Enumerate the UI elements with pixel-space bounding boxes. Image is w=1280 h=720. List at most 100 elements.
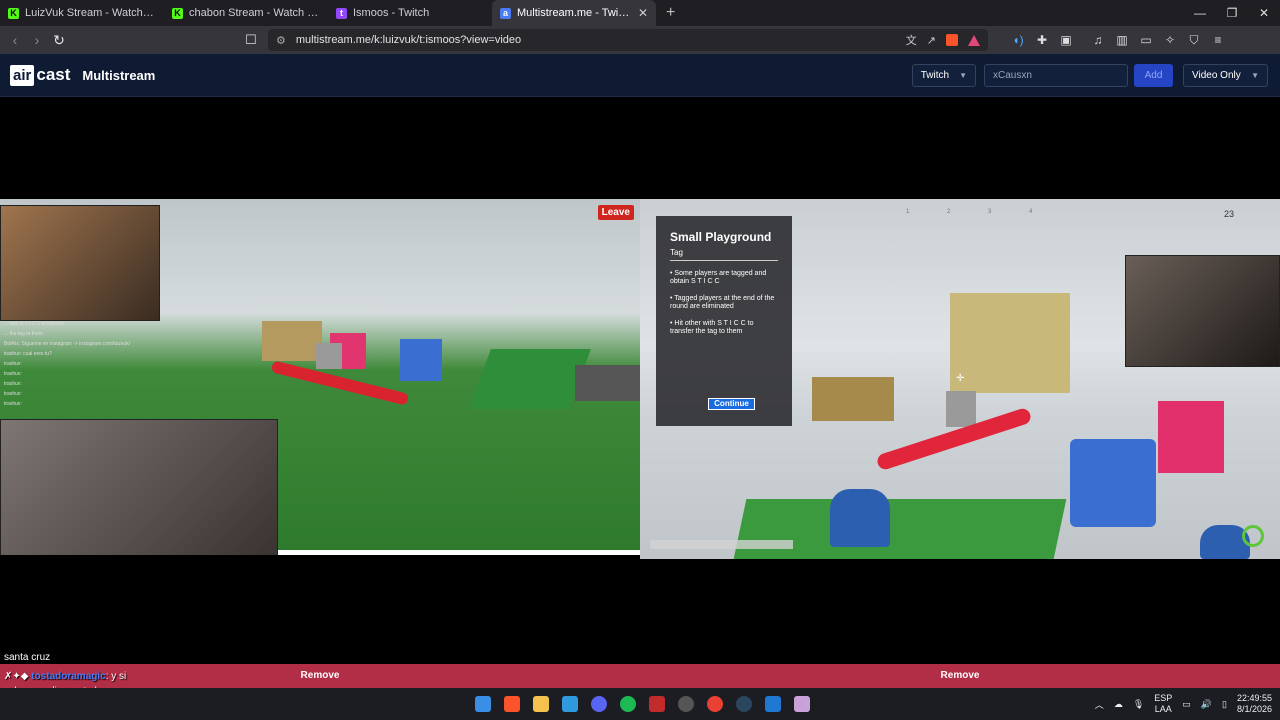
browser-tab[interactable]: K chabon Stream - Watch Live on K — [164, 0, 328, 26]
site-title: Multistream — [82, 67, 156, 83]
music-icon[interactable]: ♫ — [1086, 33, 1110, 48]
twitch-icon: t — [336, 7, 347, 19]
defender-icon[interactable] — [758, 692, 787, 716]
streamer-webcam-3 — [1125, 255, 1280, 367]
volume-icon[interactable]: 🔊 — [1201, 699, 1212, 710]
channel-input[interactable]: xCausxn — [984, 64, 1128, 87]
round-indicators: 1 2 3 4 — [906, 209, 1033, 215]
sidebar-icon[interactable]: ▥ — [1110, 33, 1134, 48]
url-text: multistream.me/k:luizvuk/t:ismoos?view=v… — [295, 34, 522, 46]
streamer-webcam-2 — [0, 419, 278, 555]
platform-select[interactable]: Twitch ▼ — [911, 64, 976, 87]
crosshair-icon: ✛ — [956, 373, 965, 384]
share-icon[interactable]: ↗ — [927, 34, 936, 47]
close-window-icon[interactable]: ✕ — [1248, 0, 1280, 26]
microphone-icon[interactable]: 🎙 — [1133, 699, 1144, 710]
extensions-icon[interactable]: ✚ — [1030, 33, 1054, 48]
ability-ring-icon — [1242, 525, 1264, 547]
taskbar-apps — [468, 692, 816, 716]
add-stream-form: Twitch ▼ xCausxn Add Video Only ▼ — [911, 64, 1268, 87]
screenshot-icon[interactable]: ▣ — [1054, 33, 1078, 48]
stream-player-2[interactable]: Small Playground Tag • Some players are … — [640, 199, 1280, 559]
steam-icon[interactable] — [729, 692, 758, 716]
kick-icon: K — [172, 7, 183, 19]
file-explorer-icon[interactable] — [526, 692, 555, 716]
close-tab-icon[interactable]: ✕ — [638, 6, 648, 20]
chrome-icon[interactable] — [700, 692, 729, 716]
address-bar[interactable]: ⚙ multistream.me/k:luizvuk/t:ismoos?view… — [268, 29, 988, 51]
chevron-up-icon[interactable]: ︿ — [1095, 698, 1104, 711]
browser-extension-icons: ◖) ✚ ▣ ♫ ▥ ▭ ✧ ⛉ ≡ — [1006, 33, 1230, 48]
streamer-webcam-1 — [0, 205, 160, 321]
overlay-location: santa cruz — [4, 652, 51, 663]
system-tray: ︿ ☁ 🎙 ESP LAA ▭ 🔊 ▯ 22:49:55 8/1/2026 — [1085, 688, 1272, 720]
leave-button[interactable]: Leave — [597, 205, 634, 220]
game-block — [1158, 401, 1224, 473]
progress-strip — [278, 550, 640, 555]
browser-tab-active[interactable]: a Multistream.me - Twitch.tv / K ✕ — [492, 0, 656, 26]
loading-bar — [650, 540, 793, 549]
clock[interactable]: 22:49:55 8/1/2026 — [1237, 693, 1272, 715]
site-info-icon[interactable]: ⚙ — [276, 34, 286, 47]
brave-rewards-icon[interactable] — [968, 34, 980, 46]
game-info-panel: Small Playground Tag • Some players are … — [656, 216, 792, 426]
leo-ai-icon[interactable]: ✧ — [1158, 33, 1182, 48]
game-block — [262, 321, 322, 361]
bookmark-icon[interactable]: ☐ — [242, 32, 260, 48]
browser-toolbar: ‹ › ↻ ☐ ⚙ multistream.me/k:luizvuk/t:ism… — [0, 26, 1280, 54]
streams-area: ... with S T I C C to transfer ... the t… — [0, 97, 1280, 664]
brave-shields-icon[interactable] — [946, 34, 958, 46]
browser-tab[interactable]: t Ismoos - Twitch — [328, 0, 492, 26]
game-block — [812, 377, 894, 421]
news-app-icon[interactable] — [642, 692, 671, 716]
player-count: 23 — [1223, 209, 1234, 219]
aircast-logo[interactable]: air cast — [10, 64, 70, 86]
menu-icon[interactable]: ≡ — [1206, 33, 1230, 48]
minimize-icon[interactable]: — — [1184, 0, 1216, 26]
settings-app-icon[interactable] — [787, 692, 816, 716]
remove-stream-2-button[interactable]: Remove — [640, 664, 1280, 688]
game-ramp — [469, 349, 591, 409]
translate-icon[interactable]: 文 — [906, 32, 917, 48]
obs-icon[interactable] — [671, 692, 700, 716]
player-character — [830, 489, 890, 547]
game-block — [400, 339, 442, 381]
brave-icon[interactable] — [497, 692, 526, 716]
stream-player-1[interactable]: ... with S T I C C to transfer ... the t… — [0, 199, 640, 555]
discord-icon[interactable] — [584, 692, 613, 716]
game-block — [950, 293, 1070, 393]
spotify-icon[interactable] — [613, 692, 642, 716]
game-block — [1070, 439, 1156, 527]
add-button[interactable]: Add — [1134, 64, 1173, 87]
view-mode-select[interactable]: Video Only ▼ — [1183, 64, 1268, 87]
continue-button[interactable]: Continue — [708, 398, 755, 410]
forward-icon[interactable]: › — [26, 32, 48, 48]
browser-tab[interactable]: K LuizVuk Stream - Watch Live on K — [0, 0, 164, 26]
browser-tab-strip: K LuizVuk Stream - Watch Live on K K cha… — [0, 0, 1280, 26]
stream-chat-overlay: ... with S T I C C to transfer ... the t… — [4, 321, 131, 407]
audio-playing-icon[interactable]: ◖) — [1006, 33, 1030, 48]
bing-icon[interactable] — [555, 692, 584, 716]
display-icon[interactable]: ▭ — [1182, 699, 1191, 710]
vpn-icon[interactable]: ⛉ — [1182, 33, 1206, 48]
chevron-down-icon: ▼ — [1251, 71, 1259, 80]
game-block — [316, 343, 342, 369]
battery-icon[interactable]: ▯ — [1222, 699, 1227, 710]
chat-badges-icon: ✗✦◆ — [4, 671, 29, 682]
cloud-icon[interactable]: ☁ — [1114, 699, 1123, 710]
kick-icon: K — [8, 7, 19, 19]
reload-icon[interactable]: ↻ — [48, 32, 70, 49]
wallet-icon[interactable]: ▭ — [1134, 33, 1158, 48]
site-header: air cast Multistream Twitch ▼ xCausxn Ad… — [0, 54, 1280, 97]
back-icon[interactable]: ‹ — [4, 32, 26, 48]
window-controls: — ❐ ✕ — [1184, 0, 1280, 26]
game-floor — [733, 499, 1067, 559]
game-block — [575, 365, 640, 401]
new-tab-button[interactable]: + — [656, 4, 685, 22]
chevron-down-icon: ▼ — [959, 71, 967, 80]
windows-start-icon[interactable] — [468, 692, 497, 716]
game-block — [946, 391, 976, 427]
language-indicator[interactable]: ESP LAA — [1154, 693, 1172, 715]
maximize-icon[interactable]: ❐ — [1216, 0, 1248, 26]
aircast-icon: a — [500, 7, 511, 19]
